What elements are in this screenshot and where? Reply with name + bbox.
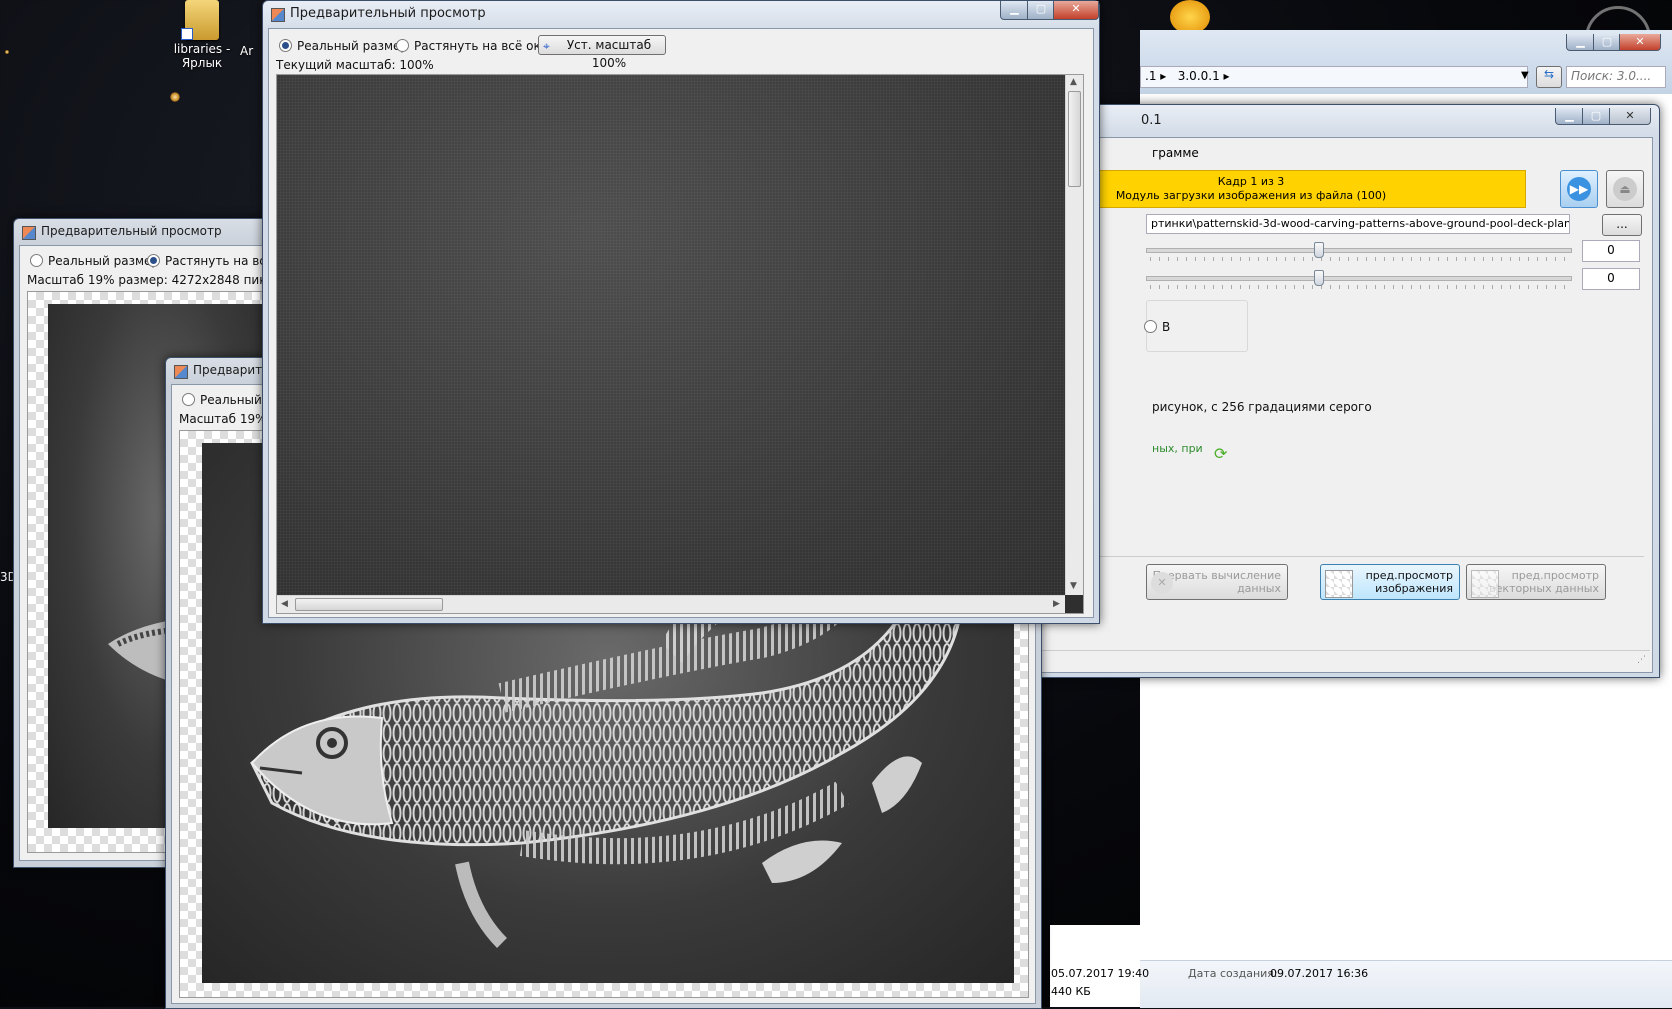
radio-b[interactable]: B — [1144, 320, 1170, 334]
close-button[interactable]: ✕ — [1619, 34, 1661, 51]
radio-real-size[interactable]: Реальный размер — [30, 254, 159, 268]
maximize-button[interactable]: ▢ — [1027, 1, 1055, 20]
slider-track[interactable] — [1146, 276, 1572, 281]
scroll-down-icon[interactable]: ▼ — [1070, 581, 1077, 591]
menu-item[interactable]: грамме — [1152, 146, 1199, 160]
horizontal-scrollbar[interactable]: ◀ ▶ — [277, 595, 1065, 613]
vector-preview-icon — [1471, 570, 1499, 598]
search-placeholder: Поиск: 3.0.... — [1571, 69, 1652, 83]
radio-real-size[interactable]: Реальный размер — [279, 39, 408, 53]
radio-circle[interactable] — [279, 39, 292, 52]
radio-circle[interactable] — [1144, 320, 1157, 333]
eject-button[interactable]: ⏏ — [1606, 170, 1644, 208]
slider-ticks — [1150, 285, 1568, 289]
next-frame-button[interactable]: ▶▶ — [1560, 170, 1598, 208]
preview-image — [277, 75, 1065, 595]
radio-circle[interactable] — [30, 254, 43, 267]
stop-calculation-button[interactable]: ✕ Прервать вычисление данных — [1146, 564, 1288, 600]
browse-button[interactable]: ... — [1602, 214, 1642, 236]
created-date: 09.07.2017 16:36 — [1270, 967, 1369, 980]
slider-thumb[interactable] — [1314, 270, 1324, 286]
desktop-icon-label: libraries - — [173, 42, 231, 56]
eject-icon: ⏏ — [1613, 177, 1637, 201]
folder-icon — [181, 0, 219, 40]
desktop-icon-libraries[interactable]: libraries - Ярлык — [166, 0, 238, 70]
created-label: Дата создания: — [1188, 967, 1278, 980]
modified-date: 05.07.2017 19:40 — [1051, 967, 1150, 980]
slider2-value[interactable]: 0 — [1582, 268, 1640, 290]
resize-grip-icon[interactable]: ⋰ — [1637, 655, 1646, 665]
minimize-button[interactable]: ▁ — [1555, 108, 1584, 125]
maximize-button[interactable]: ▢ — [1582, 108, 1610, 125]
file-path-value: ртинки\patternskid-3d-wood-carving-patte… — [1151, 217, 1569, 230]
refresh-icon[interactable]: ⟳ — [1214, 444, 1227, 463]
address-bar[interactable]: .1 ▸ 3.0.0.1 ▸ — [1140, 66, 1528, 88]
radio-label: Реальный размер — [297, 39, 409, 53]
radio-circle[interactable] — [147, 254, 160, 267]
slider1-value[interactable]: 0 — [1582, 240, 1640, 262]
image-viewport[interactable]: ▲ ▼ ◀ ▶ — [276, 74, 1084, 614]
set-scale-label: Уст. масштаб 100% — [566, 38, 652, 70]
slider-track[interactable] — [1146, 248, 1572, 253]
breadcrumb-item[interactable]: 3.0.0.1 — [1178, 69, 1220, 83]
scroll-left-icon[interactable]: ◀ — [281, 599, 288, 609]
slider-thumb[interactable] — [1314, 242, 1324, 258]
window-title: Предварительный просмотр — [290, 6, 486, 21]
horizontal-scroll-thumb[interactable] — [295, 598, 443, 611]
vertical-scroll-thumb[interactable] — [1068, 91, 1081, 187]
scale-icon: ⌖ — [543, 39, 550, 53]
scroll-right-icon[interactable]: ▶ — [1053, 599, 1060, 609]
refresh-icon[interactable]: ⇆ — [1536, 66, 1562, 88]
scroll-up-icon[interactable]: ▲ — [1070, 77, 1077, 87]
close-button[interactable]: ✕ — [1053, 1, 1099, 20]
search-input[interactable]: Поиск: 3.0.... — [1566, 66, 1666, 88]
desktop-icon-label: Ярлык — [181, 56, 223, 70]
close-button[interactable]: ✕ — [1609, 108, 1651, 125]
vertical-scrollbar[interactable]: ▲ ▼ — [1065, 75, 1083, 595]
radio-circle[interactable] — [396, 39, 409, 52]
app-icon — [174, 365, 188, 379]
preview-client: Реальный размер Растянуть на всё окно ⌖ … — [268, 28, 1094, 618]
stop-icon: ✕ — [1151, 572, 1173, 594]
info-text: рисунок, с 256 градациями серого — [1152, 400, 1372, 414]
maximize-button[interactable]: ▢ — [1593, 34, 1621, 51]
radio-fit[interactable]: Растянуть на всё окно — [396, 39, 556, 53]
file-size: 440 КБ — [1051, 985, 1091, 998]
radio-label: Реальный размер — [48, 254, 160, 268]
window-title: 0.1 — [1141, 113, 1162, 128]
image-preview-icon — [1325, 570, 1353, 598]
status-bar: ... ⋰ — [968, 650, 1650, 671]
fast-forward-icon: ▶▶ — [1567, 177, 1591, 201]
set-scale-100-button[interactable]: ⌖ Уст. масштаб 100% — [538, 35, 666, 70]
radio-circle[interactable] — [182, 393, 195, 406]
slider-ticks — [1150, 257, 1568, 261]
preview-image-button[interactable]: пред.просмотр изображения — [1320, 564, 1460, 600]
app-icon — [22, 226, 36, 240]
radio-label: Растянуть на всё окно — [414, 39, 556, 53]
outlook-icon[interactable] — [1170, 0, 1210, 34]
desktop-star — [5, 50, 9, 54]
green-info-text: ных, при — [1152, 442, 1203, 455]
minimize-button[interactable]: ▁ — [1000, 1, 1029, 20]
app-icon — [271, 8, 285, 22]
chevron-down-icon[interactable]: ▼ — [1521, 70, 1529, 81]
minimize-button[interactable]: ▁ — [1566, 34, 1595, 51]
file-path-field[interactable]: ртинки\patternskid-3d-wood-carving-patte… — [1146, 214, 1570, 234]
preview-window-main: Предварительный просмотр ▁ ▢ ✕ Реальный … — [262, 0, 1100, 624]
current-scale-label: Текущий масштаб: 100% — [276, 58, 434, 72]
window-title: Предварительный просмотр — [41, 224, 222, 238]
radio-b-label: B — [1162, 320, 1171, 334]
preview-vector-button[interactable]: пред.просмотр векторных данных — [1466, 564, 1606, 600]
breadcrumb-item[interactable]: .1 — [1145, 69, 1156, 83]
desktop-star — [170, 92, 180, 102]
